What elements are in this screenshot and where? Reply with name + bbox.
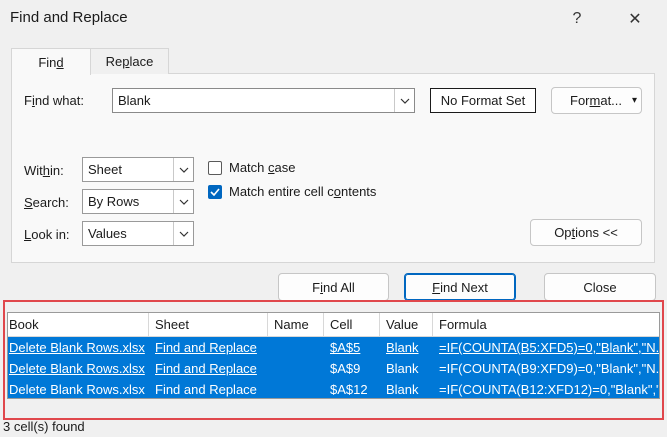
match-case-label: Match case xyxy=(229,160,296,175)
result-formula-link[interactable]: =IF(COUNTA(B5:XFD5)=0,"Blank","N... xyxy=(433,337,659,358)
tab-replace[interactable]: Re p lace xyxy=(91,48,169,74)
checkmark-icon xyxy=(210,187,220,196)
result-book-link[interactable]: Delete Blank Rows.xlsx xyxy=(8,358,149,379)
find-what-dropdown[interactable] xyxy=(394,89,414,112)
table-row[interactable]: Delete Blank Rows.xlsx Find and Replace … xyxy=(8,358,659,379)
result-sheet[interactable]: Find and Replace xyxy=(149,379,268,398)
find-all-button[interactable]: Fi nd All xyxy=(278,273,389,301)
result-book-link[interactable]: Delete Blank Rows.xlsx xyxy=(8,337,149,358)
within-label: Within: xyxy=(24,163,64,178)
table-row[interactable]: Delete Blank Rows.xlsx Find and Replace … xyxy=(8,379,659,398)
close-icon: ✕ xyxy=(628,11,642,28)
table-row[interactable]: Delete Blank Rows.xlsx Find and Replace … xyxy=(8,337,659,358)
match-case-option[interactable]: Match case xyxy=(208,160,295,175)
column-header-book[interactable]: Book xyxy=(8,313,149,336)
options-button[interactable]: Op t ions << xyxy=(530,219,642,246)
result-sheet-link[interactable]: Find and Replace xyxy=(149,358,268,379)
results-header: Book Sheet Name Cell Value Formula xyxy=(8,313,659,337)
result-sheet-link[interactable]: Find and Replace xyxy=(149,337,268,358)
result-cell[interactable]: $A$12 xyxy=(324,379,380,398)
find-what-label: Find what: xyxy=(24,93,84,108)
result-cell[interactable]: $A$9 xyxy=(324,358,380,379)
match-entire-checkbox[interactable] xyxy=(208,184,222,199)
result-formula[interactable]: =IF(COUNTA(B12:XFD12)=0,"Blank","... xyxy=(433,379,659,398)
column-header-value[interactable]: Value xyxy=(380,313,433,336)
dialog-title: Find and Replace xyxy=(10,9,128,26)
result-value-link[interactable]: Blank xyxy=(380,337,433,358)
result-name xyxy=(268,379,324,398)
result-book[interactable]: Delete Blank Rows.xlsx xyxy=(8,379,149,398)
find-what-input[interactable]: Blank xyxy=(112,88,415,113)
match-entire-option[interactable]: Match entire cell contents xyxy=(208,184,376,199)
result-value[interactable]: Blank xyxy=(380,358,433,379)
result-name xyxy=(268,358,324,379)
column-header-formula[interactable]: Formula xyxy=(433,313,659,336)
search-dropdown[interactable] xyxy=(173,190,193,213)
within-dropdown[interactable] xyxy=(173,158,193,181)
help-icon: ? xyxy=(572,10,582,27)
result-name xyxy=(268,337,324,358)
close-dialog-button[interactable]: ✕ xyxy=(624,8,646,30)
match-case-checkbox[interactable] xyxy=(208,160,222,175)
results-grid[interactable]: Book Sheet Name Cell Value Formula Delet… xyxy=(7,312,660,399)
status-text: 3 cell(s) found xyxy=(3,419,85,434)
look-in-dropdown[interactable] xyxy=(173,222,193,245)
help-button[interactable]: ? xyxy=(566,8,588,30)
tab-find[interactable]: Fin d xyxy=(11,48,91,75)
format-preview: No Format Set xyxy=(430,88,536,113)
column-header-cell[interactable]: Cell xyxy=(324,313,380,336)
column-header-sheet[interactable]: Sheet xyxy=(149,313,268,336)
search-select[interactable]: By Rows xyxy=(82,189,194,214)
search-label: Search: xyxy=(24,195,69,210)
chevron-down-icon xyxy=(179,199,188,205)
result-cell-link[interactable]: $A$5 xyxy=(324,337,380,358)
chevron-down-icon xyxy=(400,98,409,104)
look-in-select[interactable]: Values xyxy=(82,221,194,246)
chevron-down-icon xyxy=(179,167,188,173)
format-button[interactable]: For m at... ▾ xyxy=(551,87,642,114)
close-button[interactable]: Close xyxy=(544,273,656,301)
within-select[interactable]: Sheet xyxy=(82,157,194,182)
result-value[interactable]: Blank xyxy=(380,379,433,398)
look-in-label: Look in: xyxy=(24,227,70,242)
chevron-down-icon xyxy=(179,231,188,237)
find-next-button[interactable]: Find Next xyxy=(404,273,516,301)
result-formula[interactable]: =IF(COUNTA(B9:XFD9)=0,"Blank","N... xyxy=(433,358,659,379)
format-dropdown-arrow-icon: ▾ xyxy=(631,95,637,106)
match-entire-label: Match entire cell contents xyxy=(229,184,377,199)
column-header-name[interactable]: Name xyxy=(268,313,324,336)
